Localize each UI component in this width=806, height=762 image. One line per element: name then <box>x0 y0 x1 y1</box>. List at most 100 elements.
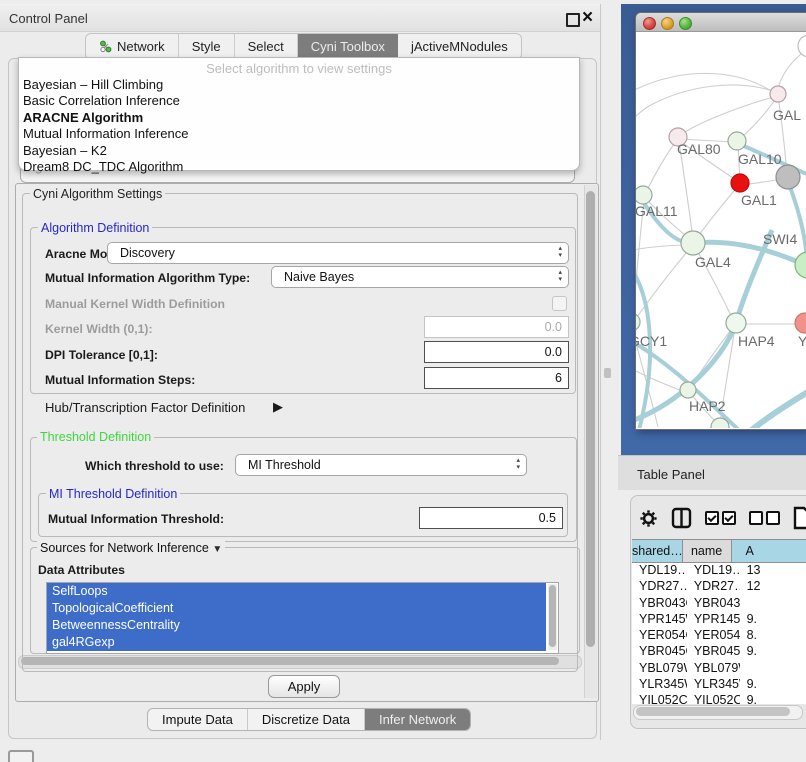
apply-button[interactable]: Apply <box>268 675 340 698</box>
table-cell: YPR145W <box>632 612 687 628</box>
collapsed-panel-button[interactable] <box>8 750 34 762</box>
table-row[interactable]: YBL079WYBL079W <box>632 661 806 677</box>
table-row[interactable]: YER054CYER054C8. <box>632 628 806 644</box>
column-header[interactable]: A <box>732 540 806 562</box>
gear-icon[interactable] <box>639 509 658 528</box>
table-horizontal-scrollbar[interactable] <box>633 705 803 720</box>
close-light-icon[interactable] <box>643 17 656 30</box>
table-row[interactable]: YDR27…YDR27…12 <box>632 579 806 595</box>
tab-label: Cyni Toolbox <box>311 39 385 54</box>
control-panel-tab-bar: Network StyleSelect Cyni Toolbox jActiveMNo… <box>85 33 522 60</box>
checked-pair-icon[interactable] <box>705 511 736 525</box>
network-edge[interactable] <box>636 364 685 392</box>
network-node[interactable] <box>776 165 800 189</box>
algorithm-option[interactable]: Bayesian – Hill Climbing <box>23 77 575 93</box>
mi-algorithm-type-label: Mutual Information Algorithm Type: <box>45 271 250 285</box>
control-panel-title: Control Panel <box>9 11 88 26</box>
tab-cyni-toolbox[interactable]: Cyni Toolbox <box>298 34 398 59</box>
kernel-width-field[interactable]: 0.0 <box>424 316 569 338</box>
dpi-tolerance-field[interactable]: 0.0 <box>424 341 569 363</box>
network-edge[interactable] <box>696 186 738 239</box>
close-panel-icon[interactable]: × <box>582 7 593 29</box>
bottom-tab-infer-network[interactable]: Infer Network <box>365 709 470 730</box>
table-row[interactable]: YDL19…YDL19…13 <box>632 563 806 579</box>
network-node-swi4[interactable] <box>795 252 806 278</box>
unchecked-pair-icon[interactable] <box>749 511 780 525</box>
vertical-scrollbar[interactable] <box>584 185 597 698</box>
network-node-gal10[interactable] <box>728 132 746 150</box>
table-row[interactable]: YBR045CYBR045C9. <box>632 644 806 660</box>
combo-spinner-icon: ▴▾ <box>558 269 562 283</box>
network-edge[interactable] <box>747 390 806 428</box>
column-header[interactable]: shared… <box>632 540 683 562</box>
node-label: GAL11 <box>636 203 678 219</box>
document-icon[interactable] <box>793 506 806 530</box>
hub-definition-label[interactable]: Hub/Transcription Factor Definition <box>45 400 245 415</box>
split-pane-handle[interactable] <box>604 368 611 378</box>
attribute-list-scrollbar-thumb[interactable] <box>549 585 556 647</box>
tab-style[interactable]: Style <box>179 34 235 59</box>
network-node-gcy1[interactable] <box>636 313 640 331</box>
network-canvas[interactable]: GALGAL80GAL10GAL1GAL11GAL4SWI4GCY1HAP4YH… <box>636 32 806 428</box>
table-scrollbar-thumb[interactable] <box>636 707 790 716</box>
tab-network[interactable]: Network <box>86 34 179 59</box>
sources-group-title[interactable]: Sources for Network Inference ▼ <box>37 541 225 555</box>
network-node-gal1[interactable] <box>731 174 749 192</box>
network-node-gal[interactable] <box>770 86 786 102</box>
tab-select[interactable]: Select <box>235 34 298 59</box>
network-node-hap4[interactable] <box>726 313 746 333</box>
table-row[interactable]: YLR345WYLR345W9. <box>632 677 806 693</box>
table-header-row: shared…nameA <box>632 539 806 563</box>
tab-jactivemnodules[interactable]: jActiveMNodules <box>398 34 521 59</box>
column-header[interactable]: name <box>683 540 732 562</box>
checkbox-checked-icon <box>722 511 736 525</box>
mi-algorithm-type-combo[interactable]: Naive Bayes ▴▾ <box>271 266 569 288</box>
network-edge[interactable] <box>646 141 676 192</box>
mi-steps-field[interactable]: 6 <box>424 367 569 389</box>
attribute-item[interactable]: BetweennessCentrality <box>47 617 546 634</box>
network-edge[interactable] <box>636 73 773 94</box>
table-cell: YIL052C <box>632 693 687 704</box>
node-label: GAL <box>773 107 801 123</box>
minimize-light-icon[interactable] <box>661 17 674 30</box>
algorithm-option[interactable]: Dream8 DC_TDC Algorithm <box>23 159 575 175</box>
table-cell: 12 <box>740 579 806 595</box>
manual-kernel-width-checkbox[interactable] <box>552 296 567 311</box>
algorithm-option[interactable]: ARACNE Algorithm <box>23 110 575 126</box>
bottom-tab-impute-data[interactable]: Impute Data <box>148 709 248 730</box>
table-row[interactable]: YBR043CYBR043C <box>632 596 806 612</box>
network-edge[interactable] <box>787 179 806 263</box>
network-window-titlebar[interactable] <box>636 13 806 32</box>
algorithm-option[interactable]: Mutual Information Inference <box>23 126 575 142</box>
algorithm-option[interactable]: Bayesian – K2 <box>23 143 575 159</box>
network-node-y[interactable] <box>795 313 806 333</box>
collapse-down-icon: ▼ <box>212 544 222 555</box>
algorithm-option[interactable]: Basic Correlation Inference <box>23 93 575 109</box>
network-node-hap2[interactable] <box>680 382 696 398</box>
attribute-list-scrollbar[interactable] <box>548 584 557 650</box>
which-threshold-combo[interactable]: MI Threshold ▴▾ <box>235 454 527 476</box>
attribute-item[interactable]: SelfLoops <box>47 583 546 600</box>
table-cell: YBR043C <box>687 596 740 612</box>
network-node[interactable] <box>798 35 806 57</box>
table-row[interactable]: YPR145WYPR145W9. <box>632 612 806 628</box>
tab-label: Network <box>117 39 165 54</box>
mi-threshold-field[interactable]: 0.5 <box>419 507 563 529</box>
float-panel-icon[interactable] <box>566 13 580 27</box>
network-node-gal4[interactable] <box>681 231 705 255</box>
network-edge[interactable] <box>778 54 801 89</box>
which-threshold-label: Which threshold to use: <box>85 459 224 473</box>
attribute-item[interactable]: TopologicalCoefficient <box>47 600 546 617</box>
aracne-mode-combo[interactable]: Discovery ▴▾ <box>107 242 569 264</box>
vertical-scrollbar-thumb[interactable] <box>586 191 595 647</box>
expand-right-icon[interactable]: ▶ <box>273 399 283 415</box>
threshold-definition-title: Threshold Definition <box>37 430 154 444</box>
network-edge[interactable] <box>743 97 777 136</box>
zoom-light-icon[interactable] <box>679 17 692 30</box>
attribute-item[interactable]: gal4RGexp <box>47 634 546 651</box>
network-node-gal11[interactable] <box>636 186 652 204</box>
split-columns-icon[interactable] <box>671 507 692 529</box>
control-panel-titlebar: Control Panel × <box>0 4 600 32</box>
bottom-tab-discretize-data[interactable]: Discretize Data <box>248 709 365 730</box>
table-row[interactable]: YIL052CYIL052C9. <box>632 693 806 704</box>
